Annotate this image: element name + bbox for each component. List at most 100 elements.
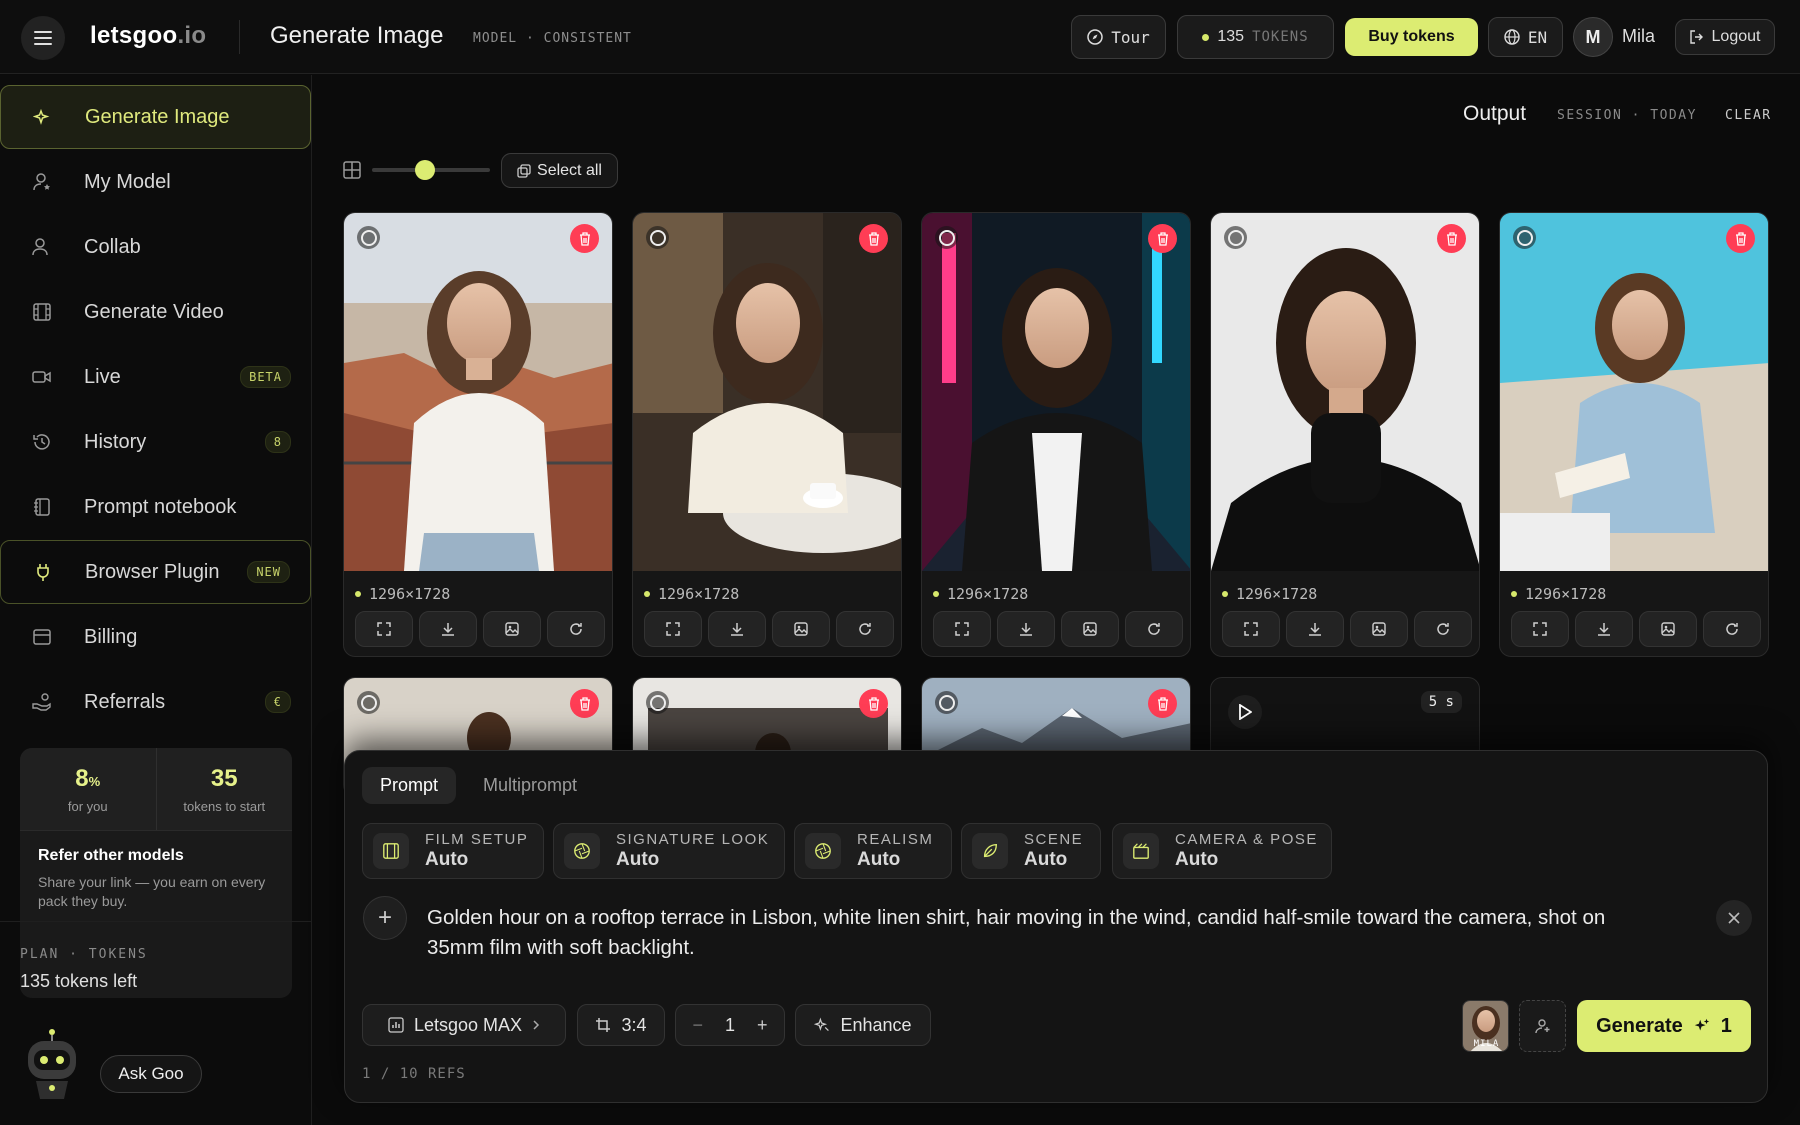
image-card[interactable]: 1296×1728	[1210, 212, 1480, 657]
add-person-button[interactable]	[1519, 1000, 1566, 1052]
generated-image-pool[interactable]	[1500, 213, 1769, 571]
tokens-counter[interactable]: 135 TOKENS	[1177, 15, 1334, 59]
generated-image-rooftop[interactable]	[344, 213, 613, 571]
reference-thumbnail[interactable]: MILA	[1462, 1000, 1509, 1052]
select-checkbox[interactable]	[935, 226, 958, 249]
delete-button[interactable]	[859, 689, 888, 718]
sidebar-item-collab[interactable]: Collab	[0, 215, 311, 279]
generate-button[interactable]: Generate 1	[1577, 1000, 1751, 1052]
image-card[interactable]: 1296×1728	[1499, 212, 1769, 657]
play-button[interactable]	[1228, 695, 1262, 729]
sidebar-item-browser-plugin[interactable]: Browser Plugin NEW	[0, 540, 311, 604]
use-as-reference-button[interactable]	[772, 611, 830, 647]
regenerate-button[interactable]	[836, 611, 894, 647]
select-checkbox[interactable]	[357, 226, 380, 249]
expand-button[interactable]	[1511, 611, 1569, 647]
select-checkbox[interactable]	[1513, 226, 1536, 249]
regenerate-button[interactable]	[1414, 611, 1472, 647]
generated-image-studio[interactable]	[1211, 213, 1480, 571]
expand-button[interactable]	[644, 611, 702, 647]
sidebar-item-history[interactable]: History 8	[0, 410, 311, 474]
use-as-reference-button[interactable]	[483, 611, 541, 647]
ask-goo-button[interactable]: Ask Goo	[100, 1055, 202, 1093]
delete-button[interactable]	[1148, 224, 1177, 253]
robot-assistant-icon[interactable]	[22, 1026, 82, 1106]
tab-multiprompt[interactable]: Multiprompt	[465, 767, 595, 804]
image-card[interactable]: 1296×1728	[632, 212, 902, 657]
slider-handle[interactable]	[415, 160, 436, 180]
grid-view-icon[interactable]	[343, 161, 361, 179]
enhance-button[interactable]: Enhance	[795, 1004, 931, 1046]
sidebar-item-billing[interactable]: Billing	[0, 605, 311, 669]
chip-realism[interactable]: REALISM Auto	[794, 823, 952, 879]
sidebar-item-live[interactable]: Live BETA	[0, 345, 311, 409]
download-button[interactable]	[1575, 611, 1633, 647]
user-avatar[interactable]: M	[1573, 17, 1613, 57]
select-all-button[interactable]: Select all	[501, 153, 618, 188]
delete-button[interactable]	[570, 224, 599, 253]
delete-button[interactable]	[1437, 224, 1466, 253]
minus-icon[interactable]: −	[692, 1015, 703, 1036]
download-button[interactable]	[419, 611, 477, 647]
quantity-stepper[interactable]: − 1 +	[675, 1004, 785, 1046]
select-checkbox[interactable]	[935, 691, 958, 714]
select-checkbox[interactable]	[357, 691, 380, 714]
download-button[interactable]	[1286, 611, 1344, 647]
generate-cost: 1	[1720, 1014, 1732, 1037]
download-button[interactable]	[708, 611, 766, 647]
image-card[interactable]: 1296×1728	[921, 212, 1191, 657]
aspect-ratio-selector[interactable]: 3:4	[577, 1004, 665, 1046]
beta-badge: BETA	[240, 366, 291, 388]
regenerate-button[interactable]	[1703, 611, 1761, 647]
delete-button[interactable]	[1148, 689, 1177, 718]
divider	[239, 20, 240, 54]
language-selector[interactable]: EN	[1488, 17, 1563, 57]
select-checkbox[interactable]	[646, 226, 669, 249]
trash-icon	[1155, 231, 1171, 247]
plus-icon[interactable]: +	[757, 1015, 768, 1036]
delete-button[interactable]	[570, 689, 599, 718]
regenerate-button[interactable]	[1125, 611, 1183, 647]
clear-output-button[interactable]: CLEAR	[1725, 108, 1772, 123]
hamburger-menu-button[interactable]	[21, 16, 65, 60]
use-as-reference-button[interactable]	[1350, 611, 1408, 647]
image-icon	[793, 621, 809, 637]
chip-scene[interactable]: SCENE Auto	[961, 823, 1101, 879]
chip-camera-pose[interactable]: CAMERA & POSE Auto	[1112, 823, 1332, 879]
expand-button[interactable]	[933, 611, 991, 647]
leaf-icon	[972, 833, 1008, 869]
sidebar-item-generate-image[interactable]: Generate Image	[0, 85, 311, 149]
logout-button[interactable]: Logout	[1675, 19, 1775, 55]
clapper-icon	[1123, 833, 1159, 869]
clear-prompt-button[interactable]	[1716, 900, 1752, 936]
download-button[interactable]	[997, 611, 1055, 647]
add-reference-button[interactable]: +	[363, 896, 407, 940]
generated-image-cafe[interactable]	[633, 213, 902, 571]
image-dimensions: 1296×1728	[933, 585, 1028, 603]
chip-film-setup[interactable]: FILM SETUP Auto	[362, 823, 544, 879]
prompt-textarea[interactable]: Golden hour on a rooftop terrace in Lisb…	[427, 903, 1667, 963]
generated-image-neon[interactable]	[922, 213, 1191, 571]
sidebar-item-prompt-notebook[interactable]: Prompt notebook	[0, 475, 311, 539]
use-as-reference-button[interactable]	[1639, 611, 1697, 647]
select-checkbox[interactable]	[1224, 226, 1247, 249]
use-as-reference-button[interactable]	[1061, 611, 1119, 647]
expand-button[interactable]	[1222, 611, 1280, 647]
chip-signature-look[interactable]: SIGNATURE LOOK Auto	[553, 823, 785, 879]
model-selector[interactable]: Letsgoo MAX	[362, 1004, 566, 1046]
delete-button[interactable]	[1726, 224, 1755, 253]
sidebar-item-referrals[interactable]: Referrals €	[0, 670, 311, 734]
sidebar-item-my-model[interactable]: My Model	[0, 150, 311, 214]
tab-prompt[interactable]: Prompt	[362, 767, 456, 804]
select-checkbox[interactable]	[646, 691, 669, 714]
logo[interactable]: letsgoo.io	[90, 22, 206, 50]
play-icon	[1239, 704, 1252, 720]
regenerate-button[interactable]	[547, 611, 605, 647]
sparkle-icon	[814, 1017, 830, 1032]
buy-tokens-button[interactable]: Buy tokens	[1345, 18, 1478, 56]
tour-button[interactable]: Tour	[1071, 15, 1166, 59]
delete-button[interactable]	[859, 224, 888, 253]
expand-button[interactable]	[355, 611, 413, 647]
image-card[interactable]: 1296×1728	[343, 212, 613, 657]
sidebar-item-generate-video[interactable]: Generate Video	[0, 280, 311, 344]
